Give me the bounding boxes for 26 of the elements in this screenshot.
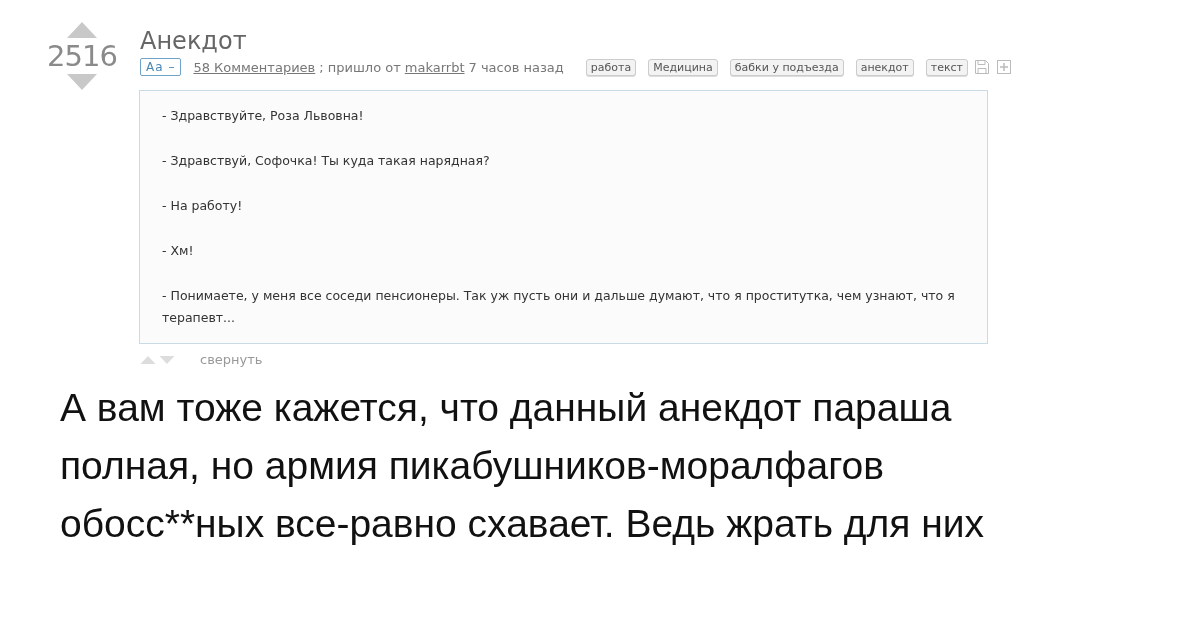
caption-line: А вам тоже кажется, что данный анекдот параша (60, 385, 953, 431)
downvote-icon[interactable] (67, 74, 97, 90)
caption-line: обосс**ных все-равно схавает. Ведь жрать для них (60, 501, 986, 547)
story-paragraph: - На работу! (162, 197, 244, 215)
tag[interactable]: анекдот (855, 58, 914, 76)
post-time: 7 часов назад (468, 59, 564, 75)
story-paragraph: - Понимаете, у меня все соседи пенсионеры. Так уж пусть они и дальше думают, что я проститутка, чем узнают, что я терапевт... (162, 287, 956, 327)
tag[interactable]: бабки у подъезда (729, 58, 844, 76)
tag[interactable]: Медицина (648, 58, 718, 76)
meta-text: ; пришло от (319, 59, 401, 75)
comments-link[interactable]: 58 Комментариев (193, 59, 316, 75)
downvote-icon[interactable] (159, 355, 175, 364)
post-title[interactable]: Анекдот (140, 26, 1013, 56)
caption-line: полная, но армия пикабушников-моралфагов (60, 443, 885, 489)
story-paragraph: - Здравствуйте, Роза Львовна! (162, 107, 365, 125)
story-paragraph: - Здравствуй, Софочка! Ты куда такая нарядная? (162, 152, 491, 170)
author-link[interactable]: makarrbt (404, 59, 465, 75)
rating: 2516 (47, 38, 117, 74)
tag[interactable]: работа (585, 58, 637, 76)
font-size-button[interactable]: Аа – (140, 58, 182, 76)
tag[interactable]: текст (925, 58, 969, 76)
upvote-icon[interactable] (67, 22, 97, 38)
plus-icon[interactable] (996, 59, 1013, 75)
story-paragraph: - Хм! (162, 242, 195, 260)
save-icon[interactable] (974, 59, 991, 75)
upvote-icon[interactable] (140, 355, 156, 364)
